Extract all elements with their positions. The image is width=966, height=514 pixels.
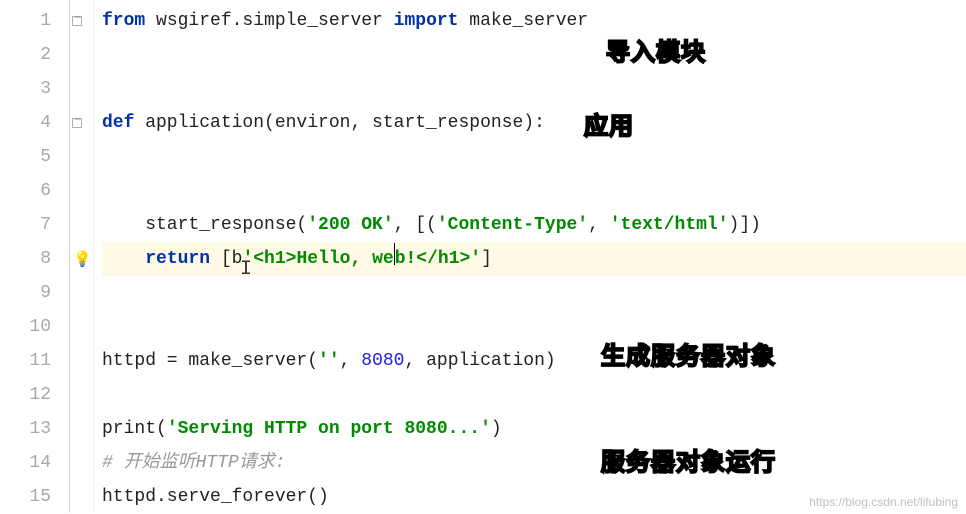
lightbulb-icon[interactable]: 💡 xyxy=(73,250,92,269)
code-line[interactable] xyxy=(102,378,966,412)
line-number: 11 xyxy=(0,344,69,378)
code-line[interactable] xyxy=(102,140,966,174)
annotation-make-server: 生成服务器对象 xyxy=(601,336,776,372)
line-number: 9 xyxy=(0,276,69,310)
code-line[interactable]: print('Serving HTTP on port 8080...') xyxy=(102,412,966,446)
code-line[interactable] xyxy=(102,276,966,310)
code-line[interactable]: from wsgiref.simple_server import make_s… xyxy=(102,4,966,38)
line-number: 5 xyxy=(0,140,69,174)
code-line[interactable] xyxy=(102,72,966,106)
line-number: 3 xyxy=(0,72,69,106)
line-number: 8 xyxy=(0,242,69,276)
line-number: 1 xyxy=(0,4,69,38)
line-number: 12 xyxy=(0,378,69,412)
code-line[interactable]: # 开始监听HTTP请求: xyxy=(102,446,966,480)
code-line[interactable] xyxy=(102,38,966,72)
code-line[interactable]: start_response('200 OK', [('Content-Type… xyxy=(102,208,966,242)
line-number: 14 xyxy=(0,446,69,480)
fold-column: 💡 xyxy=(70,0,94,513)
watermark: https://blog.csdn.net/lifubing xyxy=(809,495,958,509)
code-line[interactable] xyxy=(102,310,966,344)
line-number: 7 xyxy=(0,208,69,242)
code-line[interactable]: httpd = make_server('', 8080, applicatio… xyxy=(102,344,966,378)
line-number: 13 xyxy=(0,412,69,446)
code-line-active[interactable]: return [b'<h1>Hello, web!</h1>'] xyxy=(102,242,966,276)
code-line[interactable] xyxy=(102,174,966,208)
line-number-gutter: 1 2 3 4 5 6 7 8 9 10 11 12 13 14 15 xyxy=(0,0,70,513)
code-area[interactable]: from wsgiref.simple_server import make_s… xyxy=(94,0,966,513)
line-number: 15 xyxy=(0,480,69,514)
line-number: 6 xyxy=(0,174,69,208)
code-editor: 1 2 3 4 5 6 7 8 9 10 11 12 13 14 15 💡 fr… xyxy=(0,0,966,513)
annotation-import-module: 导入模块 xyxy=(606,32,706,68)
fold-toggle-icon[interactable] xyxy=(72,118,82,128)
fold-toggle-icon[interactable] xyxy=(72,16,82,26)
line-number: 2 xyxy=(0,38,69,72)
annotation-application: 应用 xyxy=(584,106,634,142)
line-number: 4 xyxy=(0,106,69,140)
ibeam-cursor-icon: I xyxy=(240,258,252,281)
code-line[interactable]: def application(environ, start_response)… xyxy=(102,106,966,140)
line-number: 10 xyxy=(0,310,69,344)
annotation-serve-forever: 服务器对象运行 xyxy=(601,442,776,478)
